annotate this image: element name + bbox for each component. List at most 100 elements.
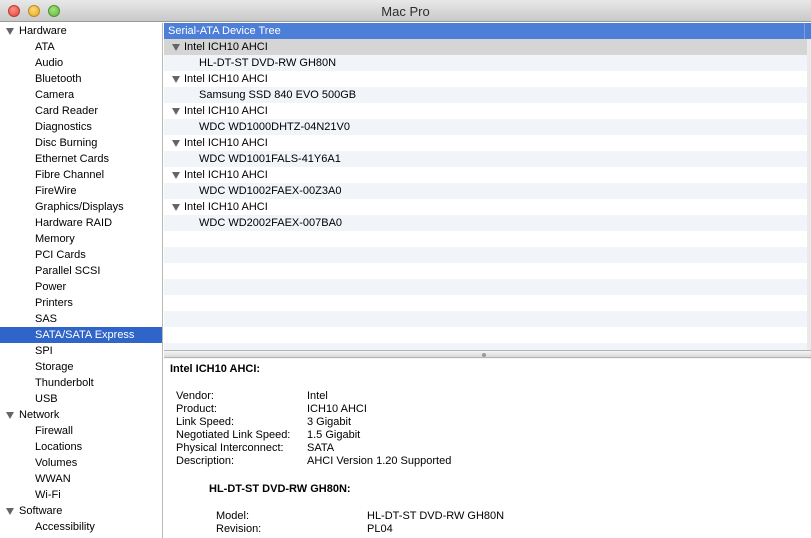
tree-row-label: Intel ICH10 AHCI: [184, 105, 268, 117]
sidebar-item[interactable]: Printers: [0, 295, 162, 311]
sidebar-item[interactable]: SAS: [0, 311, 162, 327]
disclosure-triangle-icon[interactable]: [172, 140, 180, 147]
tree-empty-row: [164, 263, 807, 279]
sidebar-item[interactable]: Ethernet Cards: [0, 151, 162, 167]
sidebar-item[interactable]: Bluetooth: [0, 71, 162, 87]
sidebar-item[interactable]: WWAN: [0, 471, 162, 487]
sidebar-item-label: Accessibility: [35, 521, 95, 533]
detail-title: Intel ICH10 AHCI:: [170, 363, 261, 375]
tree-device-row[interactable]: HL-DT-ST DVD-RW GH80N: [164, 55, 807, 71]
sidebar-item-label: Graphics/Displays: [35, 201, 124, 213]
property-key: Revision:: [216, 523, 262, 535]
sidebar-item[interactable]: Disc Burning: [0, 135, 162, 151]
sidebar-item[interactable]: Hardware RAID: [0, 215, 162, 231]
property-value: ICH10 AHCI: [307, 403, 367, 415]
disclosure-triangle-icon[interactable]: [172, 76, 180, 83]
sidebar-item[interactable]: Memory: [0, 231, 162, 247]
tree-controller-row[interactable]: Intel ICH10 AHCI: [164, 167, 807, 183]
sidebar-item-label: Network: [19, 409, 60, 421]
sidebar-item[interactable]: SATA/SATA Express: [0, 327, 162, 343]
splitter-grip-icon: [482, 353, 486, 357]
sidebar-item[interactable]: Volumes: [0, 455, 162, 471]
sidebar-item[interactable]: Fibre Channel: [0, 167, 162, 183]
property-key: Link Speed:: [176, 416, 235, 428]
property-value: Intel: [307, 390, 328, 402]
tree-controller-row[interactable]: Intel ICH10 AHCI: [164, 71, 807, 87]
tree-controller-row[interactable]: Intel ICH10 AHCI: [164, 199, 807, 215]
tree-device-row[interactable]: WDC WD1001FALS-41Y6A1: [164, 151, 807, 167]
property-key: Product:: [176, 403, 217, 415]
property-key: Physical Interconnect:: [176, 442, 284, 454]
tree-device-row[interactable]: WDC WD1002FAEX-00Z3A0: [164, 183, 807, 199]
sidebar-category-list[interactable]: Hardware ATA Audio Bluetooth Camera Card Read…: [0, 23, 163, 538]
property-value: PL04: [367, 523, 393, 535]
device-tree-header[interactable]: Serial-ATA Device Tree: [164, 23, 811, 39]
property-key: Model:: [216, 510, 250, 522]
sidebar-item[interactable]: PCI Cards: [0, 247, 162, 263]
sidebar-section[interactable]: Software: [0, 503, 162, 519]
sidebar-item-label: Fibre Channel: [35, 169, 105, 181]
sidebar-item-label: Memory: [35, 233, 75, 245]
disclosure-triangle-icon[interactable]: [6, 508, 14, 515]
disclosure-triangle-icon[interactable]: [172, 204, 180, 211]
device-tree-header-label: Serial-ATA Device Tree: [168, 25, 281, 37]
tree-row-label: WDC WD1000DHTZ-04N21V0: [199, 121, 350, 133]
tree-controller-row[interactable]: Intel ICH10 AHCI: [164, 135, 807, 151]
sidebar-section[interactable]: Network: [0, 407, 162, 423]
sidebar-item-label: Bluetooth: [35, 73, 82, 85]
tree-device-row[interactable]: WDC WD1000DHTZ-04N21V0: [164, 119, 807, 135]
sidebar-item[interactable]: USB: [0, 391, 162, 407]
sidebar-item-label: Volumes: [35, 457, 78, 469]
sidebar-item[interactable]: Storage: [0, 359, 162, 375]
sidebar-item-label: Printers: [35, 297, 73, 309]
sidebar-item[interactable]: Camera: [0, 87, 162, 103]
sidebar-section[interactable]: Hardware: [0, 23, 162, 39]
sidebar-item[interactable]: Graphics/Displays: [0, 199, 162, 215]
tree-controller-row[interactable]: Intel ICH10 AHCI: [164, 103, 807, 119]
sidebar-item-label: Camera: [35, 89, 75, 101]
sidebar-item-label: Software: [19, 505, 63, 517]
sidebar-item-label: Power: [35, 281, 67, 293]
device-tree-scrollbar[interactable]: [807, 39, 811, 359]
property-value: AHCI Version 1.20 Supported: [307, 455, 452, 467]
disclosure-triangle-icon[interactable]: [6, 28, 14, 35]
sidebar-item[interactable]: SPI: [0, 343, 162, 359]
sidebar-item[interactable]: Power: [0, 279, 162, 295]
sidebar-item-label: USB: [35, 393, 58, 405]
tree-device-row[interactable]: Samsung SSD 840 EVO 500GB: [164, 87, 807, 103]
tree-empty-row: [164, 295, 807, 311]
disclosure-triangle-icon[interactable]: [6, 412, 14, 419]
property-value: 3 Gigabit: [307, 416, 352, 428]
disclosure-triangle-icon[interactable]: [172, 44, 180, 51]
sidebar-item[interactable]: Card Reader: [0, 103, 162, 119]
sidebar-item[interactable]: Audio: [0, 55, 162, 71]
sidebar-item[interactable]: Locations: [0, 439, 162, 455]
disclosure-triangle-icon[interactable]: [172, 108, 180, 115]
title-bar: Mac Pro: [0, 0, 811, 22]
sidebar-item-label: SPI: [35, 345, 53, 357]
tree-device-row[interactable]: WDC WD2002FAEX-007BA0: [164, 215, 807, 231]
tree-empty-row: [164, 327, 807, 343]
tree-empty-row: [164, 311, 807, 327]
sidebar-item-label: Parallel SCSI: [35, 265, 101, 277]
disclosure-triangle-icon[interactable]: [172, 172, 180, 179]
tree-empty-row: [164, 231, 807, 247]
sidebar-item-label: Locations: [35, 441, 83, 453]
tree-row-label: Samsung SSD 840 EVO 500GB: [199, 89, 357, 101]
sidebar-item[interactable]: ATA: [0, 39, 162, 55]
sidebar-item[interactable]: FireWire: [0, 183, 162, 199]
sidebar-item[interactable]: Accessibility: [0, 519, 162, 535]
sidebar-item[interactable]: Parallel SCSI: [0, 263, 162, 279]
tree-empty-row: [164, 247, 807, 263]
sidebar-item[interactable]: Firewall: [0, 423, 162, 439]
device-tree[interactable]: Intel ICH10 AHCI HL-DT-ST DVD-RW GH80N Int…: [164, 39, 807, 359]
sidebar-item-label: SAS: [35, 313, 58, 325]
sidebar-item[interactable]: Wi-Fi: [0, 487, 162, 503]
tree-row-label: HL-DT-ST DVD-RW GH80N: [199, 57, 337, 69]
pane-splitter[interactable]: [164, 350, 811, 358]
sidebar-item[interactable]: Diagnostics: [0, 119, 162, 135]
sidebar-item[interactable]: Thunderbolt: [0, 375, 162, 391]
tree-controller-row[interactable]: Intel ICH10 AHCI: [164, 39, 807, 55]
sidebar-item-label: ATA: [35, 41, 55, 53]
sidebar-item-label: SATA/SATA Express: [35, 329, 135, 341]
